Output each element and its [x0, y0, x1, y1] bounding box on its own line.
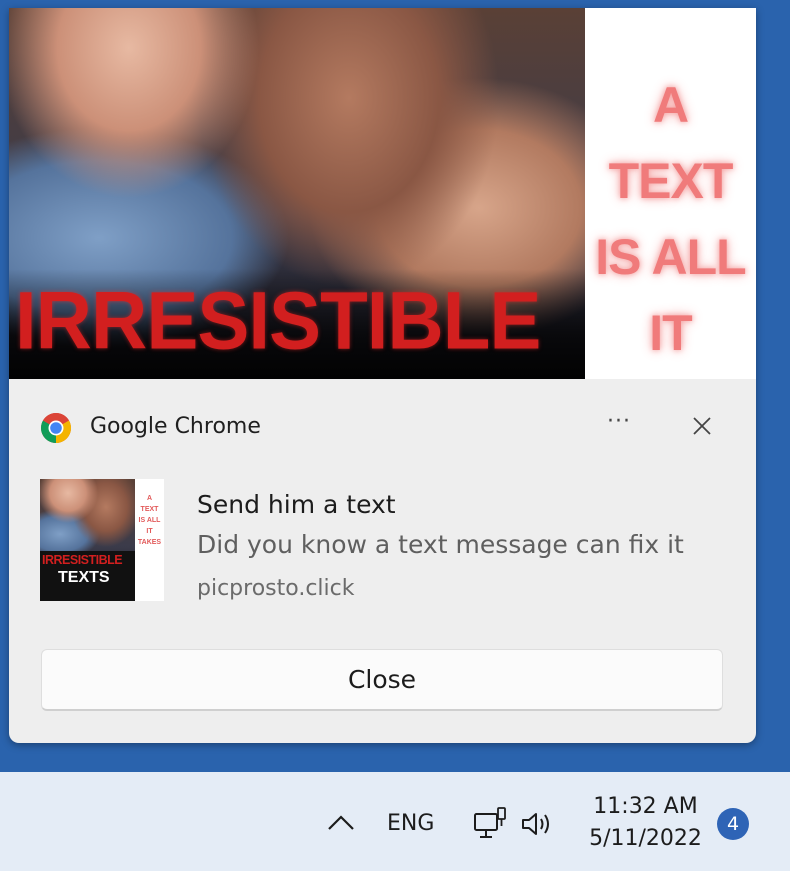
notification-hero-image[interactable]: IRRESISTIBLE A TEXT IS ALL IT	[9, 8, 756, 379]
volume-icon[interactable]	[520, 808, 556, 840]
close-icon[interactable]	[685, 409, 719, 443]
notification-count-badge[interactable]: 4	[717, 808, 749, 840]
thumbnail-side-line: TEXT	[140, 506, 159, 513]
hero-side-line: A	[652, 77, 689, 133]
thumbnail-side-panel: A TEXT IS ALL IT TAKES	[135, 479, 164, 601]
hero-title-text: IRRESISTIBLE	[15, 273, 541, 367]
close-button[interactable]: Close	[41, 649, 723, 711]
hero-side-line: IT	[649, 305, 692, 361]
network-icon[interactable]	[472, 806, 508, 842]
thumbnail-side-line: A	[146, 495, 153, 502]
more-options-icon: ···	[607, 409, 631, 434]
language-indicator[interactable]: ENG	[387, 811, 434, 837]
thumbnail-side-line: IS ALL	[138, 517, 161, 524]
notification-toast[interactable]: IRRESISTIBLE A TEXT IS ALL IT Google Chr…	[9, 8, 756, 743]
taskbar: ENG 11:32 AM 5/11/2022 4	[0, 772, 790, 871]
notification-header: Google Chrome ···	[9, 379, 756, 475]
chevron-up-icon[interactable]	[325, 810, 357, 836]
notification-title: Send him a text	[197, 490, 396, 519]
app-name: Google Chrome	[90, 414, 261, 439]
notification-body: Did you know a text message can fix it	[197, 530, 684, 559]
clock-date[interactable]: 5/11/2022	[578, 824, 713, 854]
hero-side-panel: A TEXT IS ALL IT	[585, 8, 756, 379]
chrome-logo-icon	[40, 412, 72, 443]
thumbnail-line2: TEXTS	[58, 569, 110, 586]
notification-thumbnail: IRRESISTIBLE TEXTS A TEXT IS ALL IT TAKE…	[40, 479, 164, 601]
thumbnail-line1: IRRESISTIBLE	[42, 553, 123, 567]
hero-side-line: IS ALL	[595, 229, 746, 285]
thumbnail-side-line: IT	[146, 528, 153, 535]
hero-photo: IRRESISTIBLE	[9, 8, 585, 379]
clock-time[interactable]: 11:32 AM	[578, 792, 713, 822]
thumbnail-side-line: TAKES	[137, 539, 162, 546]
notification-source: picprosto.click	[197, 576, 355, 601]
hero-side-line: TEXT	[608, 153, 734, 209]
more-options-button[interactable]: ···	[601, 409, 637, 443]
